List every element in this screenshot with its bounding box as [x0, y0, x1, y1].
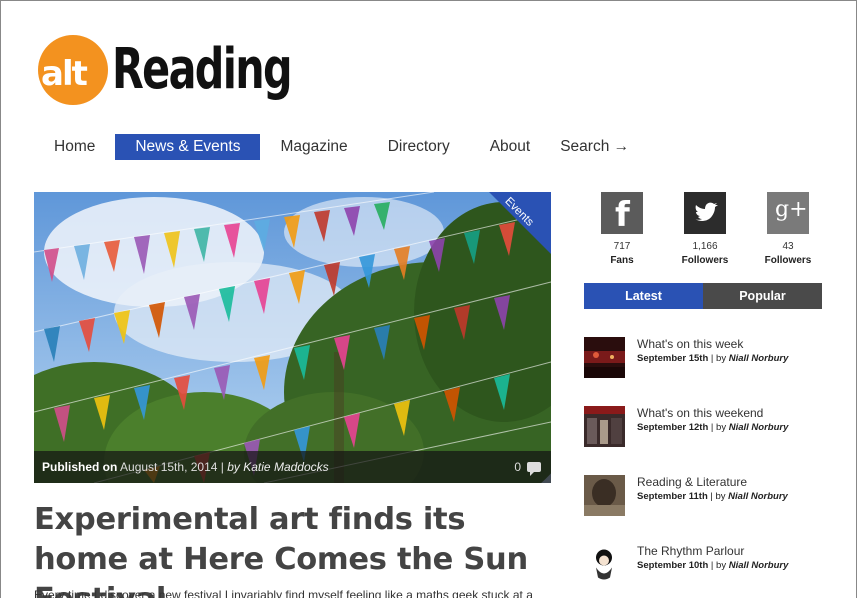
nav-directory[interactable]: Directory — [368, 134, 470, 160]
twitter-icon[interactable] — [684, 192, 726, 234]
latest-meta-4: September 10th | by Niall Norbury — [637, 560, 788, 571]
latest-meta-2: September 12th | by Niall Norbury — [637, 422, 788, 433]
site-logo[interactable]: alt Reading — [38, 30, 330, 110]
latest-meta-1: September 15th | by Niall Norbury — [637, 353, 788, 364]
logo-wordmark: Reading — [112, 37, 293, 102]
latest-title-4[interactable]: The Rhythm Parlour — [637, 544, 744, 558]
latest-thumb-1[interactable] — [584, 337, 625, 378]
twitter-bird-icon — [695, 202, 718, 221]
social-google-plus[interactable]: g+ 43 Followers — [748, 192, 828, 266]
latest-date-1: September 15th — [637, 353, 709, 364]
latest-author-3[interactable]: Niall Norbury — [728, 491, 788, 502]
latest-item-3[interactable]: Reading & Literature September 11th | by… — [584, 475, 844, 517]
latest-thumb-3[interactable] — [584, 475, 625, 516]
category-ribbon[interactable] — [489, 192, 551, 254]
latest-author-4[interactable]: Niall Norbury — [729, 560, 789, 571]
google-plus-label: Followers — [764, 255, 812, 266]
nav-news-events[interactable]: News & Events — [115, 134, 261, 160]
sidebar-tabs: Latest Popular — [584, 283, 822, 309]
logo-badge: alt — [38, 35, 108, 105]
latest-item-1[interactable]: What's on this week September 15th | by … — [584, 337, 844, 379]
featured-post-image[interactable]: Events Published on August 15th, 2014 | … — [34, 192, 551, 483]
tab-popular[interactable]: Popular — [703, 283, 822, 309]
latest-sep-2: | by — [710, 422, 727, 433]
tab-latest[interactable]: Latest — [584, 283, 703, 309]
post-excerpt: Every time I discover a new festival I i… — [34, 588, 533, 598]
published-label: Published on — [42, 460, 118, 474]
latest-item-4[interactable]: The Rhythm Parlour September 10th | by N… — [584, 544, 844, 588]
nav-magazine[interactable]: Magazine — [260, 134, 367, 160]
latest-title-3[interactable]: Reading & Literature — [637, 475, 747, 489]
nav-about[interactable]: About — [470, 134, 551, 160]
latest-sep-3: | by — [710, 491, 726, 502]
latest-thumb-2[interactable] — [584, 406, 625, 447]
logo-prefix: alt — [41, 54, 88, 94]
latest-sep-4: | by — [710, 560, 727, 571]
latest-item-2[interactable]: What's on this weekend September 12th | … — [584, 406, 844, 448]
latest-date-2: September 12th — [637, 422, 709, 433]
social-twitter[interactable]: 1,166 Followers — [665, 192, 745, 266]
social-facebook[interactable]: f 717 Fans — [582, 192, 662, 266]
facebook-count: 717 — [613, 241, 631, 252]
latest-author-1[interactable]: Niall Norbury — [729, 353, 789, 364]
google-plus-glyph: g+ — [775, 197, 808, 222]
post-title[interactable]: Experimental art finds its home at Here … — [34, 500, 564, 598]
latest-author-2[interactable]: Niall Norbury — [729, 422, 789, 433]
twitter-label: Followers — [681, 255, 729, 266]
comment-count: 0 — [514, 460, 521, 474]
google-plus-count: 43 — [782, 241, 794, 252]
twitter-count: 1,166 — [692, 241, 718, 252]
latest-sep-1: | by — [710, 353, 727, 364]
main-nav: Home News & Events Magazine Directory Ab… — [34, 134, 649, 160]
meta-separator: | — [220, 460, 224, 474]
latest-meta-3: September 11th | by Niall Norbury — [637, 491, 788, 502]
post-author[interactable]: by Katie Maddocks — [227, 460, 328, 474]
festival-bunting-illustration — [34, 192, 551, 483]
facebook-glyph: f — [615, 195, 630, 235]
facebook-label: Fans — [610, 255, 634, 266]
google-plus-icon[interactable]: g+ — [767, 192, 809, 234]
comment-bubble-icon — [527, 462, 541, 476]
post-meta-bar: Published on August 15th, 2014 | by Kati… — [34, 451, 551, 483]
nav-search[interactable]: Search → — [550, 134, 649, 160]
latest-date-4: September 10th — [637, 560, 709, 571]
latest-title-1[interactable]: What's on this week — [637, 337, 743, 351]
latest-title-2[interactable]: What's on this weekend — [637, 406, 763, 420]
nav-home[interactable]: Home — [34, 134, 115, 160]
facebook-icon[interactable]: f — [601, 192, 643, 235]
latest-thumb-4[interactable] — [584, 544, 625, 588]
comment-count-link[interactable]: 0 — [514, 451, 541, 483]
latest-date-3: September 11th — [637, 491, 708, 502]
publish-date: August 15th, 2014 — [120, 460, 218, 474]
